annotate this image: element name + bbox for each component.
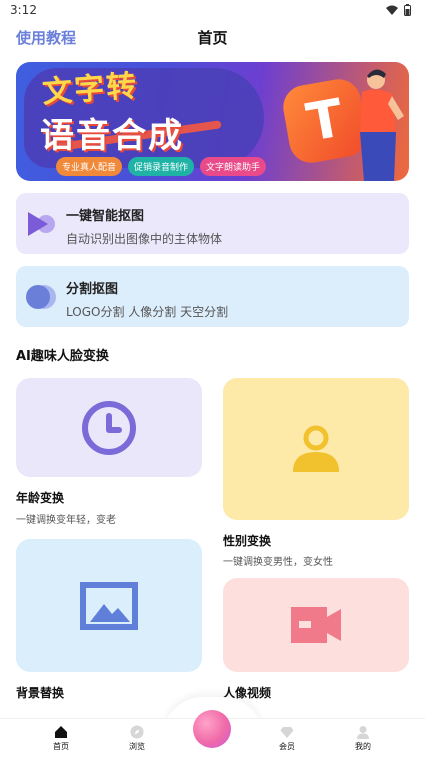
feature-title: 一键智能抠图 bbox=[66, 209, 145, 224]
gender-transform-card[interactable] bbox=[223, 378, 409, 520]
tab-browse[interactable]: 浏览 bbox=[115, 725, 159, 752]
diamond-icon bbox=[280, 727, 294, 738]
nav-bar: 首页 使用教程 bbox=[0, 22, 425, 52]
feature-desc: 自动识别出图像中的主体物体 bbox=[66, 232, 223, 246]
feature-card-segment-cutout[interactable]: 分割抠图 LOGO分割 人像分割 天空分割 bbox=[16, 266, 409, 327]
wifi-icon bbox=[386, 5, 398, 15]
person-icon bbox=[293, 425, 339, 472]
user-icon bbox=[357, 726, 369, 739]
status-bar: 3:12 bbox=[0, 0, 425, 22]
tab-label: 会员 bbox=[279, 742, 295, 751]
status-time: 3:12 bbox=[10, 3, 37, 17]
background-replace-card[interactable] bbox=[16, 539, 202, 672]
banner-headline-1: 文字转 bbox=[41, 68, 140, 111]
tutorial-link[interactable]: 使用教程 bbox=[16, 27, 76, 48]
play-triangle-icon bbox=[28, 212, 55, 236]
promo-banner[interactable]: 文字转 语音合成 专业真人配音 促销录音制作 文字朗读助手 T bbox=[16, 62, 409, 181]
banner-tag: 文字朗读助手 bbox=[200, 157, 267, 176]
banner-tag: 促销录音制作 bbox=[128, 157, 195, 176]
banner-tag: 专业真人配音 bbox=[56, 157, 123, 176]
age-transform-desc: 一键调换变年轻，变老 bbox=[16, 515, 116, 526]
banner-tags: 专业真人配音 促销录音制作 文字朗读助手 bbox=[56, 157, 267, 176]
feature-title: 分割抠图 bbox=[66, 282, 119, 297]
tab-member[interactable]: 会员 bbox=[265, 725, 309, 752]
banner-headline-2: 语音合成 bbox=[40, 116, 184, 156]
overlap-circles-icon bbox=[26, 285, 56, 309]
tab-mine[interactable]: 我的 bbox=[341, 725, 385, 752]
compass-icon bbox=[130, 725, 144, 739]
feature-card-smart-cutout[interactable]: 一键智能抠图 自动识别出图像中的主体物体 bbox=[16, 193, 409, 254]
person-illustration-icon bbox=[360, 69, 404, 181]
age-transform-card[interactable] bbox=[16, 378, 202, 477]
background-replace-title: 背景替换 bbox=[16, 686, 65, 700]
clock-icon bbox=[82, 400, 136, 455]
home-icon bbox=[55, 726, 67, 738]
center-action-button[interactable] bbox=[193, 710, 231, 748]
gender-transform-desc: 一键调换变男性，变女性 bbox=[223, 557, 333, 568]
gender-transform-title: 性别变换 bbox=[223, 534, 272, 548]
section-title: AI趣味人脸变换 bbox=[16, 349, 109, 364]
battery-icon bbox=[404, 4, 411, 16]
age-transform-title: 年龄变换 bbox=[16, 491, 65, 505]
feature-desc: LOGO分割 人像分割 天空分割 bbox=[66, 305, 229, 319]
tab-label: 浏览 bbox=[129, 742, 145, 751]
tab-label: 我的 bbox=[355, 742, 371, 751]
status-icons bbox=[386, 4, 411, 16]
tab-label: 首页 bbox=[53, 742, 69, 751]
video-camera-icon bbox=[291, 607, 341, 643]
tab-home[interactable]: 首页 bbox=[39, 725, 83, 752]
image-icon bbox=[80, 581, 138, 630]
portrait-video-card[interactable] bbox=[223, 578, 409, 672]
